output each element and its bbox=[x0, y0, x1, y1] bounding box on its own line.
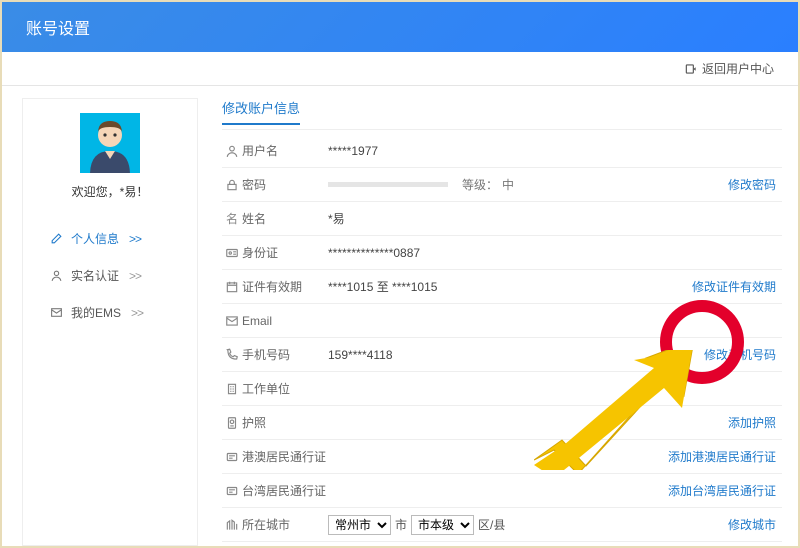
row-value: 等级： 中 bbox=[328, 176, 728, 193]
row-label: 手机号码 bbox=[242, 346, 328, 363]
row-label: 证件有效期 bbox=[242, 278, 328, 295]
row-value: *****1977 bbox=[328, 144, 782, 158]
row-label: 密码 bbox=[242, 176, 328, 193]
chevron-double-right-icon: >> bbox=[131, 306, 143, 320]
avatar bbox=[80, 113, 140, 173]
row-value: 159****4118 bbox=[328, 348, 704, 362]
sidebar-item-ems[interactable]: 我的EMS >> bbox=[23, 294, 197, 331]
row-label: 台湾居民通行证 bbox=[242, 482, 352, 499]
name-icon: 名 bbox=[222, 210, 242, 227]
change-mobile-link[interactable]: 修改手机号码 bbox=[704, 346, 782, 363]
sidebar-item-label: 个人信息 bbox=[71, 230, 119, 247]
password-level-label: 等级： bbox=[462, 176, 498, 193]
row-idcard: 身份证 **************0887 bbox=[222, 236, 782, 270]
back-user-center-link[interactable]: 返回用户中心 bbox=[684, 60, 774, 77]
edit-icon bbox=[49, 232, 63, 246]
row-label: 身份证 bbox=[242, 244, 328, 261]
row-label: 工作单位 bbox=[242, 380, 328, 397]
row-email: Email bbox=[222, 304, 782, 338]
section-title: 修改账户信息 bbox=[222, 94, 300, 125]
row-label: 所在城市 bbox=[242, 516, 328, 533]
row-city: 所在城市 常州市 市 市本级 区/县 修改城市 bbox=[222, 508, 782, 542]
permit-icon bbox=[222, 484, 242, 498]
passport-icon bbox=[222, 416, 242, 430]
row-value: ****1015 至 ****1015 bbox=[328, 278, 692, 295]
mail-icon bbox=[222, 314, 242, 328]
add-hkmo-link[interactable]: 添加港澳居民通行证 bbox=[668, 448, 782, 465]
district-unit-label: 区/县 bbox=[478, 516, 505, 533]
sidebar-item-realname[interactable]: 实名认证 >> bbox=[23, 257, 197, 294]
top-bar: 返回用户中心 bbox=[2, 52, 798, 86]
row-value: 常州市 市 市本级 区/县 bbox=[328, 515, 728, 535]
back-link-label: 返回用户中心 bbox=[702, 60, 774, 77]
app-frame: 账号设置 返回用户中心 bbox=[0, 0, 800, 548]
add-tw-link[interactable]: 添加台湾居民通行证 bbox=[668, 482, 782, 499]
sidebar-nav: 个人信息 >> 实名认证 >> 我的EMS >> bbox=[23, 220, 197, 331]
calendar-icon bbox=[222, 280, 242, 294]
user-icon bbox=[49, 269, 63, 283]
row-label: 姓名 bbox=[242, 210, 328, 227]
city-unit-label: 市 bbox=[395, 516, 407, 533]
sidebar-item-label: 实名认证 bbox=[71, 267, 119, 284]
change-password-link[interactable]: 修改密码 bbox=[728, 176, 782, 193]
page-header: 账号设置 bbox=[2, 2, 798, 52]
city-icon bbox=[222, 518, 242, 532]
user-icon bbox=[222, 144, 242, 158]
mail-icon bbox=[49, 306, 63, 320]
row-value: **************0887 bbox=[328, 246, 782, 260]
row-mobile: 手机号码 159****4118 修改手机号码 bbox=[222, 338, 782, 372]
main-content: 修改账户信息 用户名 *****1977 密码 等级： 中 bbox=[198, 86, 798, 546]
row-label: 港澳居民通行证 bbox=[242, 448, 352, 465]
city-select[interactable]: 市本级 bbox=[411, 515, 474, 535]
row-workunit: 工作单位 bbox=[222, 372, 782, 406]
row-passport: 护照 添加护照 bbox=[222, 406, 782, 440]
row-label: 用户名 bbox=[242, 142, 328, 159]
row-tw-permit: 台湾居民通行证 添加台湾居民通行证 bbox=[222, 474, 782, 508]
permit-icon bbox=[222, 450, 242, 464]
change-idvalid-link[interactable]: 修改证件有效期 bbox=[692, 278, 782, 295]
row-realname: 名 姓名 *易 bbox=[222, 202, 782, 236]
section-title-wrap: 修改账户信息 bbox=[222, 94, 782, 130]
row-label: 护照 bbox=[242, 414, 328, 431]
sidebar-item-label: 我的EMS bbox=[71, 304, 121, 321]
avatar-icon bbox=[80, 113, 140, 173]
add-passport-link[interactable]: 添加护照 bbox=[728, 414, 782, 431]
phone-icon bbox=[222, 348, 242, 362]
page-title: 账号设置 bbox=[26, 15, 90, 39]
building-icon bbox=[222, 382, 242, 396]
change-city-link[interactable]: 修改城市 bbox=[728, 516, 782, 533]
row-value: *易 bbox=[328, 210, 782, 227]
back-arrow-icon bbox=[684, 62, 698, 76]
body-area: 欢迎您，*易！ 个人信息 >> 实名认证 >> bbox=[2, 86, 798, 546]
row-username: 用户名 *****1977 bbox=[222, 134, 782, 168]
chevron-double-right-icon: >> bbox=[129, 232, 141, 246]
row-label: Email bbox=[242, 314, 328, 328]
row-idvalid: 证件有效期 ****1015 至 ****1015 修改证件有效期 bbox=[222, 270, 782, 304]
idcard-icon bbox=[222, 246, 242, 260]
chevron-double-right-icon: >> bbox=[129, 269, 141, 283]
sidebar-item-profile[interactable]: 个人信息 >> bbox=[23, 220, 197, 257]
password-level-value: 中 bbox=[502, 176, 514, 193]
password-strength-bar bbox=[328, 182, 448, 187]
welcome-text: 欢迎您，*易！ bbox=[72, 183, 149, 200]
sidebar: 欢迎您，*易！ 个人信息 >> 实名认证 >> bbox=[22, 98, 198, 546]
row-hkmo-permit: 港澳居民通行证 添加港澳居民通行证 bbox=[222, 440, 782, 474]
lock-icon bbox=[222, 178, 242, 192]
avatar-block: 欢迎您，*易！ bbox=[23, 99, 197, 210]
province-select[interactable]: 常州市 bbox=[328, 515, 391, 535]
row-password: 密码 等级： 中 修改密码 bbox=[222, 168, 782, 202]
